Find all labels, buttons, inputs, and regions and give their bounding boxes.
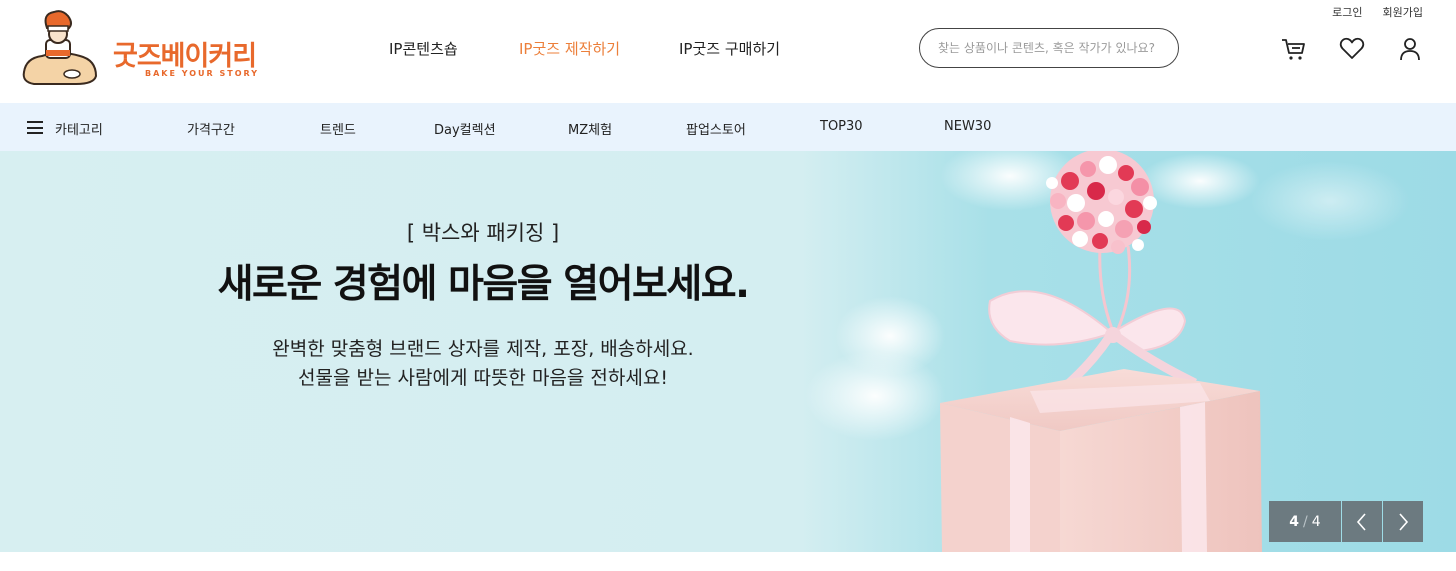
category-popup-store[interactable]: 팝업스토어 — [686, 119, 746, 138]
utility-links: 로그인 회원가입 — [1332, 4, 1423, 20]
cart-icon[interactable] — [1281, 36, 1307, 62]
slide-next-button[interactable] — [1383, 501, 1423, 542]
hero-title: 새로운 경험에 마음을 열어보세요. — [217, 262, 750, 307]
category-top30[interactable]: TOP30 — [820, 119, 863, 134]
user-icon[interactable] — [1397, 36, 1423, 62]
category-trend[interactable]: 트렌드 — [320, 119, 356, 138]
category-menu-label[interactable]: 카테고리 — [55, 119, 103, 138]
hamburger-menu-icon[interactable] — [27, 121, 43, 134]
site-header: 로그인 회원가입 굿즈베이커리 BAKE YOUR STORY IP콘텐츠숍 I… — [0, 0, 1456, 103]
login-link[interactable]: 로그인 — [1332, 4, 1362, 20]
logo-subtitle: BAKE YOUR STORY — [145, 69, 260, 78]
nav-ip-content-shop[interactable]: IP콘텐츠숍 — [389, 38, 458, 59]
heart-icon[interactable] — [1339, 36, 1365, 62]
logo[interactable]: 굿즈베이커리 BAKE YOUR STORY — [20, 10, 260, 88]
hero-description-line-2: 선물을 받는 사람에게 따뜻한 마음을 전하세요! — [298, 367, 668, 389]
slide-current: 4 — [1289, 513, 1300, 530]
category-bar: 카테고리 가격구간 트렌드 Day컬렉션 MZ체험 팝업스토어 TOP30 NE… — [0, 103, 1456, 151]
category-mz-experience[interactable]: MZ체험 — [568, 119, 612, 138]
baker-mascot-icon — [22, 10, 98, 85]
slide-pager: 4 / 4 — [1269, 501, 1341, 542]
category-day-collection[interactable]: Day컬렉션 — [434, 119, 496, 138]
hero-banner[interactable]: [ 박스와 패키징 ] 새로운 경험에 마음을 열어보세요. 완벽한 맞춤형 브… — [0, 151, 1456, 552]
chevron-left-icon — [1356, 512, 1366, 531]
category-new30[interactable]: NEW30 — [944, 119, 991, 134]
nav-ip-goods-buy[interactable]: IP굿즈 구매하기 — [679, 38, 780, 59]
category-price-range[interactable]: 가격구간 — [187, 119, 235, 138]
logo-title: 굿즈베이커리 — [113, 41, 257, 72]
slide-separator: / — [1303, 513, 1308, 530]
slide-total: 4 — [1311, 513, 1321, 530]
signup-link[interactable]: 회원가입 — [1383, 4, 1423, 20]
hero-description-line-1: 완벽한 맞춤형 브랜드 상자를 제작, 포장, 배송하세요. — [272, 338, 694, 360]
chevron-right-icon — [1399, 512, 1409, 531]
search-input[interactable] — [919, 28, 1179, 68]
nav-ip-goods-make[interactable]: IP굿즈 제작하기 — [519, 38, 620, 59]
hero-tag: [ 박스와 패키징 ] — [406, 221, 560, 245]
slide-prev-button[interactable] — [1342, 501, 1382, 542]
